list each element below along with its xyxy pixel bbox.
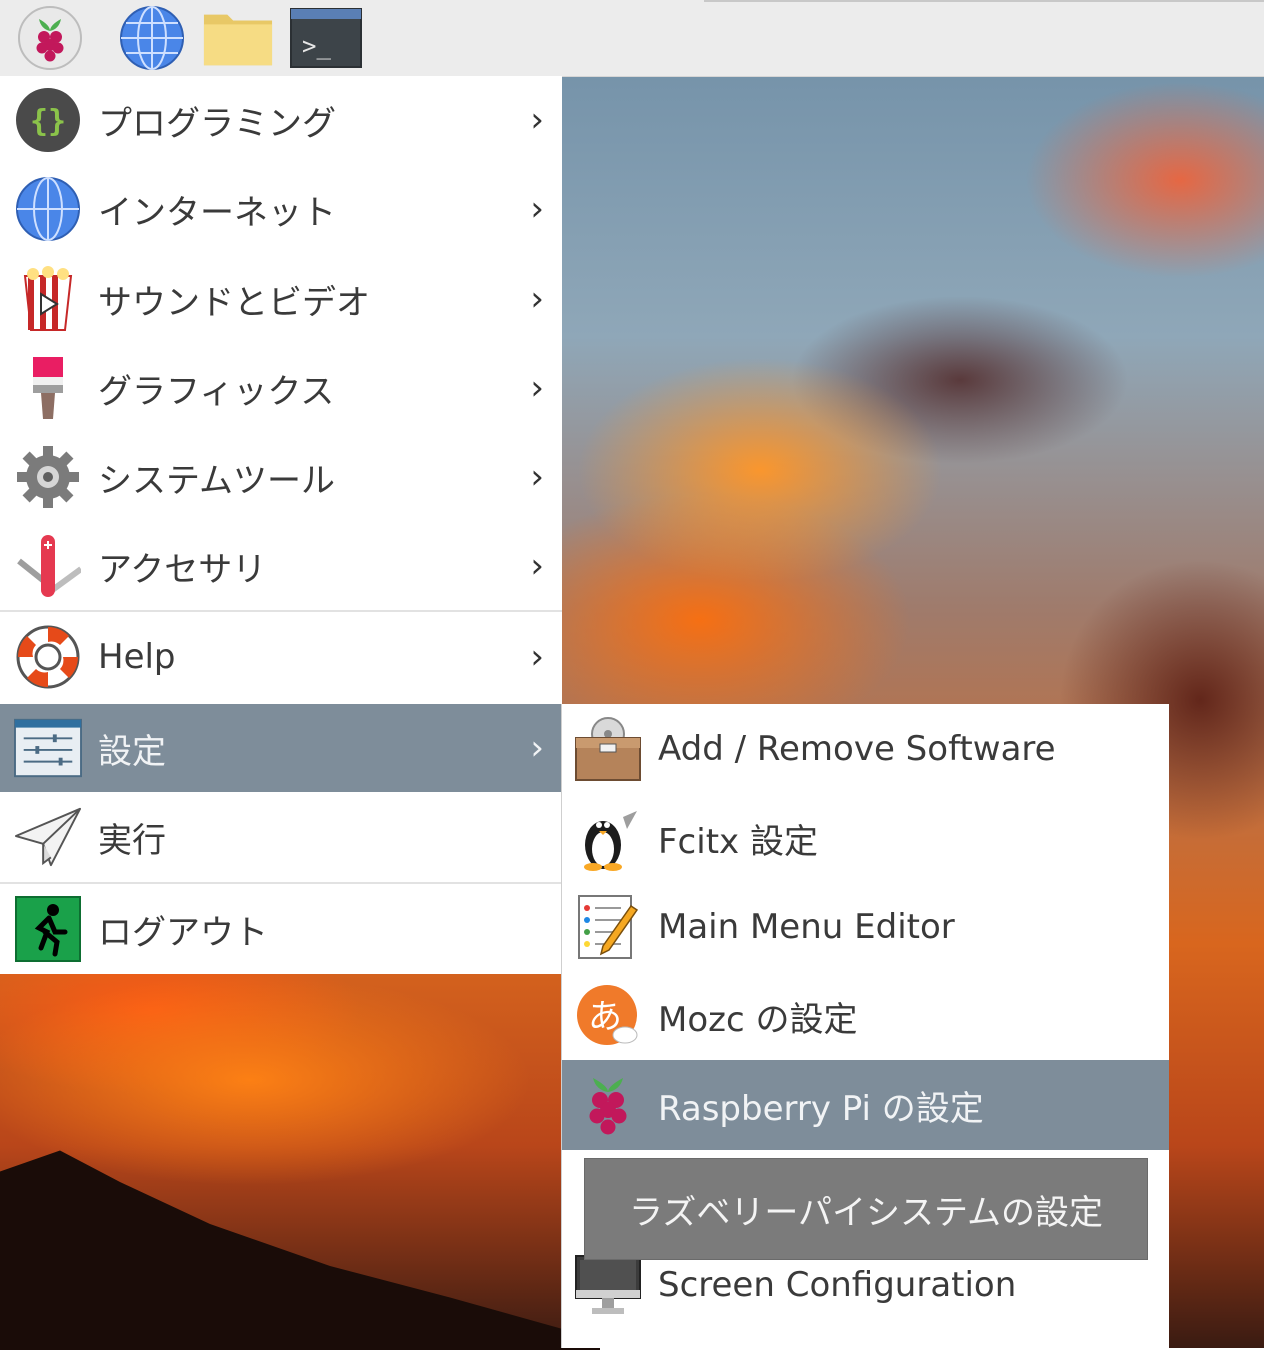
- monitor-icon: [574, 1251, 642, 1319]
- file-manager-button[interactable]: [202, 4, 274, 72]
- submenu-item-label: Mozc の設定: [658, 999, 858, 1040]
- terminal-button[interactable]: >_: [290, 4, 362, 72]
- browser-button[interactable]: [116, 4, 188, 72]
- menu-item-internet[interactable]: インターネット ›: [0, 164, 562, 254]
- gear-icon: [14, 443, 82, 511]
- submenu-item-label: Main Menu Editor: [658, 907, 955, 947]
- mozc-a-icon: あ: [574, 982, 642, 1050]
- svg-text:>_: >_: [302, 32, 331, 60]
- folder-icon: [203, 14, 273, 66]
- menu-item-label: サウンドとビデオ: [98, 282, 370, 323]
- chevron-right-icon: ›: [530, 457, 544, 497]
- menu-item-help[interactable]: Help ›: [0, 612, 562, 702]
- exit-running-man-icon: [14, 895, 82, 963]
- menu-editor-pencil-icon: [574, 893, 642, 961]
- chevron-right-icon: ›: [530, 189, 544, 229]
- menu-item-logout[interactable]: ログアウト: [0, 884, 562, 974]
- chevron-right-icon: ›: [530, 100, 544, 140]
- menu-item-programming[interactable]: {} プログラミング ›: [0, 76, 562, 164]
- menu-item-system-tools[interactable]: システムツール ›: [0, 432, 562, 522]
- raspberry-menu-button[interactable]: [14, 4, 86, 72]
- package-box-icon: [574, 715, 642, 783]
- penguin-icon: [574, 804, 642, 872]
- pocket-knife-icon: [14, 532, 82, 600]
- submenu-item-label: Screen Configuration: [658, 1265, 1017, 1305]
- menu-item-label: ログアウト: [98, 912, 268, 953]
- paper-plane-icon: [14, 803, 82, 871]
- chevron-right-icon: ›: [530, 279, 544, 319]
- raspberry-icon: [18, 6, 82, 70]
- submenu-item-raspberry-pi-config[interactable]: Raspberry Pi の設定: [562, 1060, 1169, 1150]
- submenu-item-label: Add / Remove Software: [658, 729, 1056, 769]
- chevron-right-icon: ›: [530, 546, 544, 586]
- menu-item-accessories[interactable]: アクセサリ ›: [0, 522, 562, 610]
- submenu-item-label: Fcitx 設定: [658, 821, 818, 862]
- svg-text:{}: {}: [30, 104, 66, 139]
- submenu-item-mozc-settings[interactable]: あ Mozc の設定: [562, 972, 1169, 1060]
- menu-item-sound-video[interactable]: サウンドとビデオ ›: [0, 254, 562, 344]
- popcorn-video-icon: [14, 265, 82, 333]
- menu-item-settings[interactable]: 設定 ›: [0, 704, 562, 792]
- submenu-item-fcitx-settings[interactable]: Fcitx 設定: [562, 794, 1169, 882]
- chevron-right-icon: ›: [530, 368, 544, 408]
- submenu-item-add-remove-software[interactable]: Add / Remove Software: [562, 704, 1169, 794]
- menu-item-label: プログラミング: [98, 103, 336, 144]
- raspberry-icon: [574, 1071, 642, 1139]
- tooltip: ラズベリーパイシステムの設定: [584, 1158, 1148, 1260]
- main-menu: {} プログラミング › インターネット › サウンドとビデオ › グラフィック…: [0, 76, 562, 974]
- menu-item-label: 実行: [98, 820, 166, 861]
- globe-icon: [14, 175, 82, 243]
- menu-item-run[interactable]: 実行: [0, 792, 562, 882]
- menu-item-label: グラフィックス: [98, 371, 335, 412]
- menu-item-label: 設定: [98, 731, 166, 772]
- chevron-right-icon: ›: [530, 728, 544, 768]
- submenu-item-main-menu-editor[interactable]: Main Menu Editor: [562, 882, 1169, 972]
- lifebuoy-icon: [14, 623, 82, 691]
- programming-braces-icon: {}: [14, 86, 82, 154]
- menu-item-label: システムツール: [98, 460, 335, 501]
- tooltip-text: ラズベリーパイシステムの設定: [629, 1192, 1103, 1233]
- globe-icon: [120, 6, 184, 70]
- menu-item-label: アクセサリ: [98, 549, 267, 590]
- paintbrush-icon: [14, 354, 82, 422]
- menu-item-graphics[interactable]: グラフィックス ›: [0, 344, 562, 432]
- terminal-icon: >_: [290, 8, 362, 68]
- menu-item-label: インターネット: [98, 192, 336, 233]
- chevron-right-icon: ›: [530, 637, 544, 677]
- settings-sliders-icon: [14, 714, 82, 782]
- taskbar: >_: [0, 0, 1264, 77]
- menu-item-label: Help: [98, 637, 176, 677]
- submenu-item-label: Raspberry Pi の設定: [658, 1088, 984, 1129]
- taskbar-edge-line: [704, 0, 1264, 2]
